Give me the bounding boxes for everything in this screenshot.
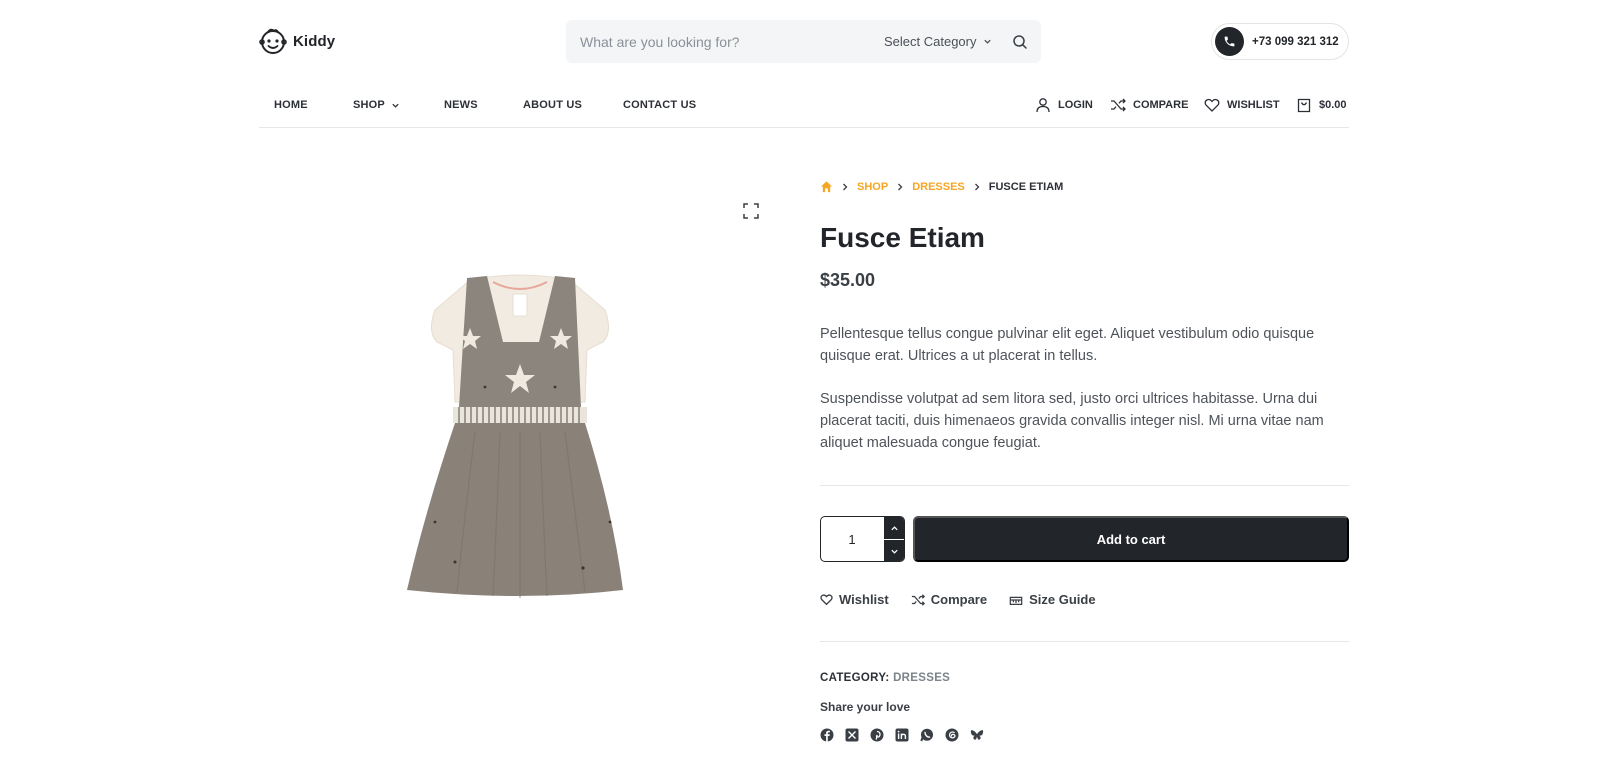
x-icon[interactable] <box>845 728 859 742</box>
heart-icon <box>1204 98 1220 112</box>
share-heading: Share your love <box>820 700 911 714</box>
chevron-down-icon <box>392 103 399 108</box>
nav-home[interactable]: HOME <box>274 99 308 111</box>
social-share-icons <box>820 728 984 742</box>
breadcrumb-dresses[interactable]: DRESSES <box>912 181 965 193</box>
category-select-label: Select Category <box>884 34 977 49</box>
main-nav: HOME SHOP NEWS ABOUT US CONTACT US LOGIN… <box>259 94 1349 128</box>
breadcrumb: SHOP DRESSES FUSCE ETIAM <box>820 180 1063 193</box>
dress-image <box>407 274 623 598</box>
chevron-right-icon <box>974 183 980 190</box>
search-button[interactable] <box>1011 33 1029 51</box>
quantity-stepper: 1 <box>820 516 905 562</box>
quantity-decrease-button[interactable] <box>884 540 904 561</box>
nav-shop-label: SHOP <box>353 99 385 111</box>
phone-contact[interactable]: +73 099 321 312 <box>1211 23 1349 60</box>
cart-total: $0.00 <box>1319 99 1347 111</box>
phone-icon <box>1215 27 1244 56</box>
product-actions: Wishlist Compare Size Guide <box>820 592 1096 607</box>
quantity-increase-button[interactable] <box>884 517 904 539</box>
compare-link[interactable]: COMPARE <box>1110 94 1188 116</box>
chevron-down-icon <box>983 39 991 44</box>
linkedin-icon[interactable] <box>895 728 909 742</box>
expand-icon <box>743 203 759 219</box>
compare-label: COMPARE <box>1133 99 1189 111</box>
chevron-right-icon <box>898 183 903 190</box>
pinterest-icon[interactable] <box>870 728 884 742</box>
chevron-up-icon <box>891 525 898 530</box>
product-category: CATEGORY: DRESSES <box>820 672 950 684</box>
phone-number: +73 099 321 312 <box>1252 35 1339 48</box>
size-guide-label: Size Guide <box>1029 592 1096 607</box>
wishlist-label: WISHLIST <box>1227 99 1280 111</box>
ruler-icon <box>1009 596 1023 605</box>
divider <box>820 641 1349 642</box>
search-input[interactable] <box>580 20 870 63</box>
shuffle-icon <box>1111 98 1126 112</box>
wishlist-button-label: Wishlist <box>839 592 889 607</box>
facebook-icon[interactable] <box>820 728 834 742</box>
fullscreen-button[interactable] <box>743 203 759 219</box>
nav-news[interactable]: NEWS <box>444 99 478 111</box>
user-icon <box>1036 98 1050 113</box>
product-description-1: Pellentesque tellus congue pulvinar elit… <box>820 326 1315 364</box>
category-link[interactable]: DRESSES <box>893 672 950 684</box>
product-price: $35.00 <box>820 270 876 290</box>
quantity-input[interactable]: 1 <box>821 517 883 561</box>
search-bar: Select Category <box>566 20 1041 63</box>
whatsapp-icon[interactable] <box>920 728 934 742</box>
product-title: Fusce Etiam <box>820 222 985 253</box>
nav-contact[interactable]: CONTACT US <box>623 99 696 111</box>
home-icon[interactable] <box>820 180 833 193</box>
login-label: LOGIN <box>1058 99 1093 111</box>
breadcrumb-shop[interactable]: SHOP <box>857 181 888 193</box>
shopping-bag-icon <box>1297 98 1311 113</box>
chevron-down-icon <box>891 549 898 554</box>
bluesky-icon[interactable] <box>970 728 984 742</box>
breadcrumb-current: FUSCE ETIAM <box>988 180 1064 193</box>
logo[interactable]: Kiddy <box>259 27 335 55</box>
search-icon <box>1013 35 1027 49</box>
compare-button-label: Compare <box>930 592 988 607</box>
compare-button[interactable]: Compare <box>911 592 987 607</box>
wishlist-link[interactable]: WISHLIST <box>1204 94 1280 116</box>
add-to-cart-button[interactable]: Add to cart <box>913 516 1349 562</box>
threads-icon[interactable] <box>945 728 959 742</box>
cart-link[interactable]: $0.00 <box>1296 94 1347 116</box>
logo-text: Kiddy <box>293 32 336 50</box>
login-link[interactable]: LOGIN <box>1035 94 1093 116</box>
kiddy-logo-icon <box>259 28 287 54</box>
divider <box>820 485 1349 486</box>
size-guide-button[interactable]: Size Guide <box>1009 592 1096 607</box>
nav-shop[interactable]: SHOP <box>353 99 400 111</box>
heart-icon <box>820 594 833 606</box>
nav-about[interactable]: ABOUT US <box>523 99 582 111</box>
category-key: CATEGORY: <box>820 672 890 684</box>
wishlist-button[interactable]: Wishlist <box>820 592 889 607</box>
chevron-right-icon <box>843 183 848 190</box>
shuffle-icon <box>911 593 925 606</box>
product-description-2: Suspendisse volutpat ad sem litora sed, … <box>820 391 1324 451</box>
category-select[interactable]: Select Category <box>884 20 992 63</box>
product-image[interactable] <box>395 272 645 612</box>
